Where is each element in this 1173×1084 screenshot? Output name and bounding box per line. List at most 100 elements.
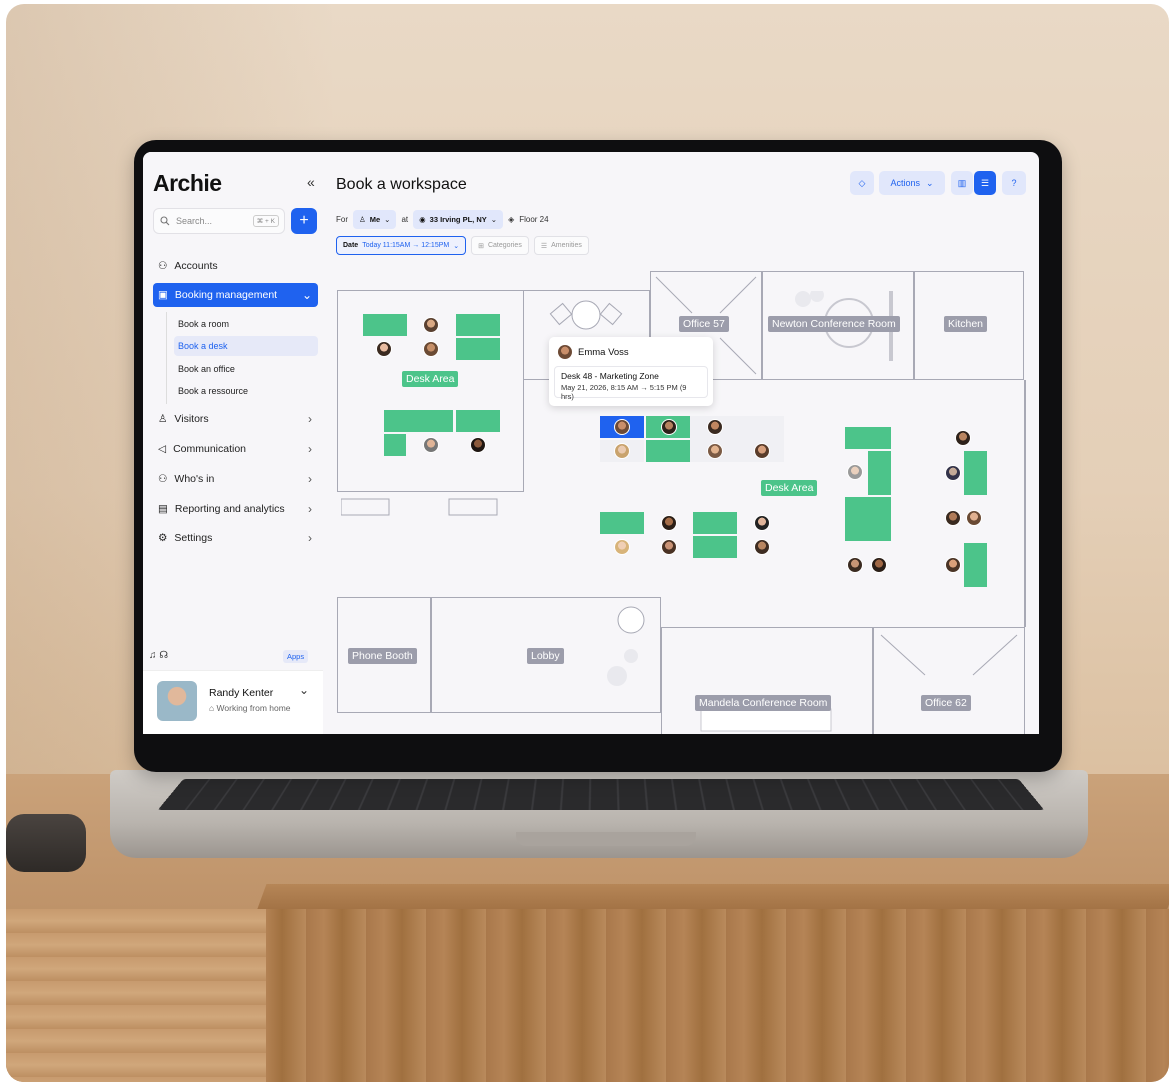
- desk[interactable]: [845, 427, 891, 449]
- room-label[interactable]: Phone Booth: [348, 648, 417, 664]
- list-view-button[interactable]: ☰: [974, 171, 996, 195]
- search-placeholder: Search...: [176, 216, 213, 226]
- categories-label: Categories: [487, 242, 522, 249]
- chevron-down-icon[interactable]: ⌄: [299, 683, 309, 697]
- desk[interactable]: [600, 512, 644, 534]
- sidebar: Archie « Search... ⌘ + K + ⚇ Accounts ▣ …: [143, 152, 323, 734]
- sofas: [341, 498, 498, 516]
- sidebar-item-label: Visitors: [174, 413, 209, 425]
- area-label[interactable]: Desk Area: [402, 371, 459, 387]
- categories-filter[interactable]: ⊞ Categories: [471, 236, 529, 255]
- person-avatar[interactable]: [470, 437, 486, 453]
- location-select[interactable]: ◉ 33 Irving PL, NY ⌄: [413, 210, 504, 229]
- person-avatar[interactable]: [423, 341, 439, 357]
- desk[interactable]: [693, 536, 737, 558]
- desk[interactable]: [456, 314, 500, 336]
- user-card[interactable]: Randy Kenter ⌂ Working from home ⌄: [143, 670, 323, 734]
- person-avatar[interactable]: [376, 341, 392, 357]
- desk[interactable]: [363, 314, 407, 336]
- person-select[interactable]: ♙ Me ⌄: [353, 210, 397, 229]
- person-avatar[interactable]: [871, 557, 887, 573]
- chevron-right-icon: ›: [308, 412, 312, 426]
- subitem-book-desk[interactable]: Book a desk: [174, 336, 318, 356]
- report-icon: ▤: [158, 503, 168, 515]
- sidebar-item-reporting[interactable]: ▤ Reporting and analytics ›: [153, 497, 318, 521]
- person-avatar[interactable]: [707, 419, 723, 435]
- person-avatar[interactable]: [423, 437, 439, 453]
- desk[interactable]: [964, 543, 987, 587]
- person-avatar[interactable]: [614, 443, 630, 459]
- person-avatar[interactable]: [614, 539, 630, 555]
- person-avatar[interactable]: [966, 510, 982, 526]
- tooltip-desk: Desk 48 - Marketing Zone: [561, 371, 659, 381]
- person-avatar[interactable]: [945, 557, 961, 573]
- search-input[interactable]: Search... ⌘ + K: [153, 208, 285, 234]
- sidebar-item-visitors[interactable]: ♙ Visitors ›: [153, 407, 318, 431]
- subitem-book-office[interactable]: Book an office: [174, 359, 318, 379]
- subitem-book-room[interactable]: Book a room: [174, 314, 318, 334]
- desk[interactable]: [868, 497, 891, 541]
- room-label[interactable]: Lobby: [527, 648, 564, 664]
- person-avatar[interactable]: [754, 443, 770, 459]
- person-avatar[interactable]: [754, 539, 770, 555]
- person-avatar[interactable]: [945, 510, 961, 526]
- apps-button[interactable]: Apps: [283, 650, 309, 663]
- sidebar-item-booking-management[interactable]: ▣ Booking management ⌄: [153, 283, 318, 307]
- sidebar-item-communication[interactable]: ◁ Communication ›: [153, 437, 318, 461]
- desk[interactable]: [868, 451, 891, 495]
- tooltip-name: Emma Voss: [578, 347, 629, 358]
- person-avatar[interactable]: [955, 430, 971, 446]
- sidebar-item-settings[interactable]: ⚙ Settings ›: [153, 526, 318, 550]
- tag-button[interactable]: ◇: [850, 171, 874, 195]
- filter-row: For ♙ Me ⌄ at ◉ 33 Irving PL, NY ⌄ ◈ Flo…: [336, 210, 549, 229]
- date-value: Today 11:15AM → 12:15PM: [362, 242, 450, 249]
- add-button[interactable]: +: [291, 208, 317, 234]
- table-side: [6, 909, 266, 1082]
- subitem-book-ressource[interactable]: Book a ressource: [174, 381, 318, 401]
- headset-icon[interactable]: ☊: [159, 650, 168, 661]
- room-label[interactable]: Newton Conference Room: [768, 316, 900, 332]
- date-select[interactable]: Date Today 11:15AM → 12:15PM ⌄: [336, 236, 467, 255]
- help-button[interactable]: ?: [1002, 171, 1026, 195]
- person-avatar[interactable]: [661, 419, 677, 435]
- room-label[interactable]: Office 57: [679, 316, 729, 332]
- at-label: at: [401, 215, 409, 224]
- list-icon: ☰: [980, 177, 990, 188]
- sidebar-item-whos-in[interactable]: ⚇ Who's in ›: [153, 467, 318, 491]
- actions-button[interactable]: Actions ⌄: [879, 171, 945, 195]
- floor-select[interactable]: Floor 24: [519, 215, 548, 224]
- chevron-down-icon: ⌄: [453, 242, 460, 250]
- desk[interactable]: [845, 497, 868, 541]
- desk[interactable]: [456, 410, 500, 432]
- desk[interactable]: [646, 440, 690, 462]
- desk[interactable]: [456, 338, 500, 360]
- avatar: [558, 345, 572, 359]
- area-label[interactable]: Desk Area: [761, 480, 818, 496]
- person-avatar[interactable]: [661, 539, 677, 555]
- map-view-button[interactable]: ▥: [951, 171, 973, 195]
- room-label[interactable]: Kitchen: [944, 316, 988, 332]
- user-name: Randy Kenter: [209, 687, 274, 699]
- desk-empty[interactable]: [690, 416, 784, 462]
- collapse-sidebar-icon[interactable]: «: [307, 174, 315, 190]
- desk[interactable]: [693, 512, 737, 534]
- for-label: For: [336, 215, 348, 224]
- person-avatar[interactable]: [847, 464, 863, 480]
- amenities-filter[interactable]: ☰ Amenities: [533, 236, 589, 255]
- person-avatar[interactable]: [945, 465, 961, 481]
- room-label[interactable]: Mandela Conference Room: [695, 695, 832, 711]
- person-avatar[interactable]: [614, 419, 630, 435]
- person-avatar[interactable]: [661, 515, 677, 531]
- calendar-icon: ▣: [158, 289, 168, 301]
- room-label[interactable]: Office 62: [921, 695, 971, 711]
- desk[interactable]: [384, 434, 406, 456]
- person-avatar[interactable]: [847, 557, 863, 573]
- person-avatar[interactable]: [707, 443, 723, 459]
- sidebar-item-label: Booking management: [174, 289, 278, 301]
- bell-icon[interactable]: ♫: [149, 650, 157, 661]
- sidebar-item-accounts[interactable]: ⚇ Accounts: [153, 254, 318, 278]
- desk[interactable]: [409, 410, 453, 432]
- desk[interactable]: [964, 451, 987, 495]
- person-avatar[interactable]: [754, 515, 770, 531]
- person-avatar[interactable]: [423, 317, 439, 333]
